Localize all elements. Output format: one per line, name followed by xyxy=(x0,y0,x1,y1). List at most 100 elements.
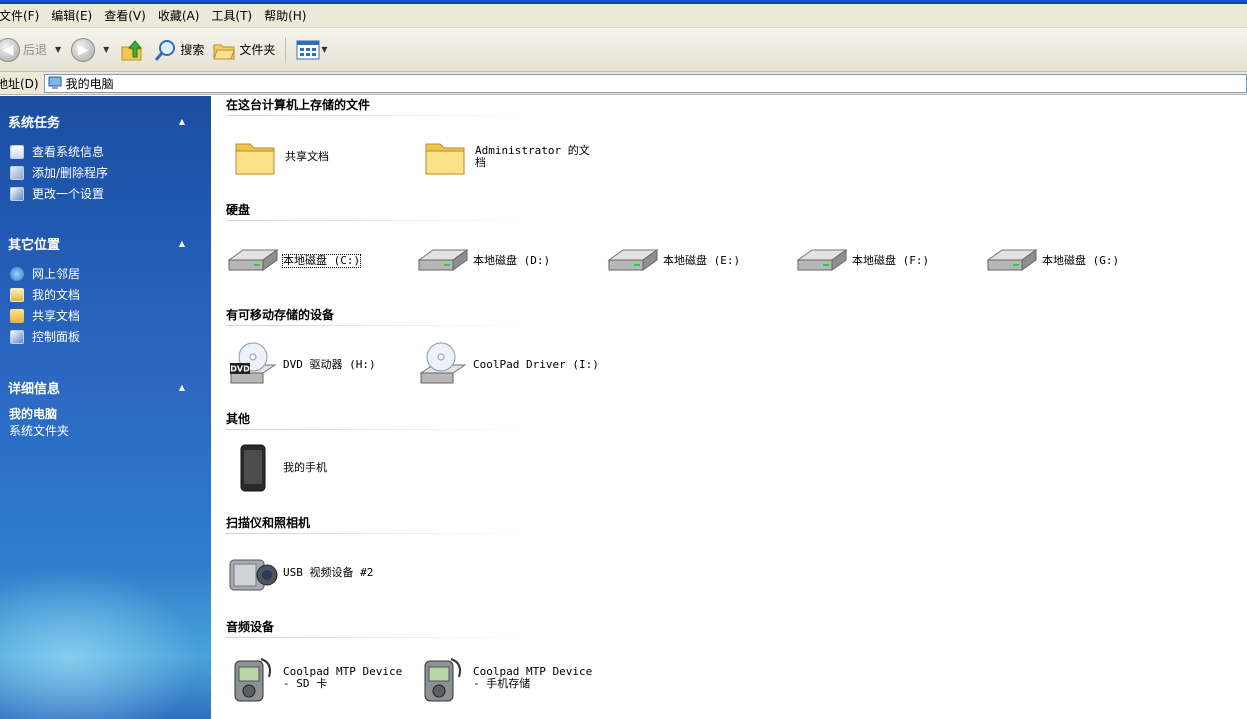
phone-icon xyxy=(227,444,279,492)
hard-drive-icon xyxy=(417,237,469,285)
folder-icon xyxy=(229,133,281,181)
menu-edit[interactable]: 编辑(E) xyxy=(45,5,98,27)
group-scanners-cameras: 扫描仪和照相机 xyxy=(211,514,1247,534)
collapse-icon[interactable]: ▲ xyxy=(179,383,185,392)
item-my-phone[interactable]: 我的手机 xyxy=(227,444,327,492)
address-field[interactable]: 我的电脑 xyxy=(43,73,1247,93)
item-coolpad-driver[interactable]: CoolPad Driver (I:) xyxy=(417,341,599,389)
toolbar-separator xyxy=(285,36,287,63)
place-control-panel[interactable]: 控制面板 xyxy=(10,326,211,347)
back-arrow-icon: ◀ xyxy=(0,37,20,62)
back-label: 后退 xyxy=(23,43,48,57)
item-drive-c[interactable]: 本地磁盘 (C:) xyxy=(227,237,362,285)
forward-button[interactable]: ▶ xyxy=(67,34,99,66)
system-tasks-section: 系统任务 ▲ 查看系统信息 添加/删除程序 更改一个设置 xyxy=(0,109,211,204)
control-panel-icon xyxy=(10,186,24,201)
item-label: 本地磁盘 (F:) xyxy=(852,254,930,267)
task-view-system-info[interactable]: 查看系统信息 xyxy=(10,141,211,162)
back-dropdown-icon[interactable]: ▼ xyxy=(55,45,61,54)
item-shared-documents[interactable]: 共享文档 xyxy=(229,133,329,181)
item-mtp-sd-card[interactable]: Coolpad MTP Device - SD 卡 xyxy=(227,654,403,702)
folders-label: 文件夹 xyxy=(239,43,276,57)
views-icon xyxy=(296,40,320,59)
group-divider xyxy=(226,220,526,221)
group-header: 其他 xyxy=(226,412,251,426)
place-shared-documents[interactable]: 共享文档 xyxy=(10,305,211,326)
file-list-view: 在这台计算机上存储的文件 共享文档 Administrator 的文档 硬盘 本… xyxy=(211,96,1247,719)
forward-dropdown-icon[interactable]: ▼ xyxy=(103,45,109,54)
item-label: 本地磁盘 (D:) xyxy=(473,254,551,267)
details-name: 我的电脑 xyxy=(9,407,58,421)
menu-file[interactable]: 文件(F) xyxy=(0,5,45,27)
up-folder-icon xyxy=(121,39,143,60)
place-label: 控制面板 xyxy=(32,330,81,344)
address-label: 地址(D) xyxy=(0,76,39,91)
item-label: 共享文档 xyxy=(285,150,329,163)
folder-icon xyxy=(419,133,471,181)
item-label: 本地磁盘 (G:) xyxy=(1042,254,1120,267)
item-label: 本地磁盘 (C:) xyxy=(281,254,362,268)
details-title: 详细信息 xyxy=(8,381,61,397)
details-header[interactable]: 详细信息 ▲ xyxy=(0,375,211,399)
place-my-documents[interactable]: 我的文档 xyxy=(10,284,211,305)
other-places-header[interactable]: 其它位置 ▲ xyxy=(0,231,211,255)
item-dvd-drive[interactable]: DVD DVD 驱动器 (H:) xyxy=(227,341,376,389)
item-label: DVD 驱动器 (H:) xyxy=(283,358,376,371)
system-tasks-list: 查看系统信息 添加/删除程序 更改一个设置 xyxy=(0,133,211,204)
menu-bar: 文件(F) 编辑(E) 查看(V) 收藏(A) 工具(T) 帮助(H) xyxy=(0,4,1247,28)
network-icon xyxy=(10,266,24,281)
views-button[interactable]: ▼ xyxy=(292,34,337,66)
place-label: 网上邻居 xyxy=(32,267,81,281)
folders-button[interactable]: 文件夹 xyxy=(208,34,279,66)
place-label: 共享文档 xyxy=(32,309,81,323)
task-label: 查看系统信息 xyxy=(32,145,105,159)
menu-view[interactable]: 查看(V) xyxy=(98,5,152,27)
folder-icon xyxy=(10,308,24,323)
views-dropdown-icon: ▼ xyxy=(321,45,328,54)
item-drive-d[interactable]: 本地磁盘 (D:) xyxy=(417,237,550,285)
item-mtp-phone-storage[interactable]: Coolpad MTP Device - 手机存储 xyxy=(417,654,593,702)
item-drive-e[interactable]: 本地磁盘 (E:) xyxy=(607,237,740,285)
group-divider xyxy=(226,325,526,326)
hard-drive-icon xyxy=(227,237,279,285)
pane-decoration xyxy=(0,569,200,719)
up-folder-button[interactable] xyxy=(115,34,149,66)
group-divider xyxy=(226,115,526,116)
forward-arrow-icon: ▶ xyxy=(71,37,96,62)
address-value: 我的电脑 xyxy=(65,76,114,91)
other-places-list: 网上邻居 我的文档 共享文档 控制面板 xyxy=(0,255,211,347)
system-tasks-header[interactable]: 系统任务 ▲ xyxy=(0,109,211,133)
item-drive-f[interactable]: 本地磁盘 (F:) xyxy=(796,237,929,285)
menu-favorites[interactable]: 收藏(A) xyxy=(152,5,206,27)
cd-drive-icon xyxy=(417,341,469,389)
system-info-icon xyxy=(10,144,24,159)
menu-help[interactable]: 帮助(H) xyxy=(258,5,312,27)
collapse-icon[interactable]: ▲ xyxy=(179,239,185,248)
collapse-icon[interactable]: ▲ xyxy=(179,117,185,126)
item-admin-documents[interactable]: Administrator 的文档 xyxy=(419,133,595,181)
group-divider xyxy=(226,533,526,534)
task-label: 添加/删除程序 xyxy=(32,166,109,180)
hard-drive-icon xyxy=(796,237,848,285)
group-header: 硬盘 xyxy=(226,203,251,217)
hard-drive-icon xyxy=(986,237,1038,285)
group-divider xyxy=(226,429,526,430)
group-other: 其他 xyxy=(211,410,1247,430)
item-usb-camera[interactable]: USB 视频设备 #2 xyxy=(227,549,373,597)
back-button[interactable]: ◀ 后退 xyxy=(0,34,51,66)
mp3-player-icon xyxy=(227,654,279,702)
menu-tools[interactable]: 工具(T) xyxy=(205,5,258,27)
details-section: 详细信息 ▲ 我的电脑 系统文件夹 xyxy=(0,375,211,439)
svg-text:DVD: DVD xyxy=(230,365,250,374)
search-button[interactable]: 搜索 xyxy=(149,34,208,66)
item-label: Coolpad MTP Device - 手机存储 xyxy=(473,665,593,690)
item-drive-g[interactable]: 本地磁盘 (G:) xyxy=(986,237,1119,285)
item-label: Administrator 的文档 xyxy=(475,144,590,169)
group-header: 音频设备 xyxy=(226,620,275,634)
control-panel-icon xyxy=(10,329,24,344)
task-add-remove-programs[interactable]: 添加/删除程序 xyxy=(10,162,211,183)
task-change-setting[interactable]: 更改一个设置 xyxy=(10,183,211,204)
system-tasks-title: 系统任务 xyxy=(8,115,61,131)
place-network[interactable]: 网上邻居 xyxy=(10,263,211,284)
group-removable-storage: 有可移动存储的设备 xyxy=(211,306,1247,326)
